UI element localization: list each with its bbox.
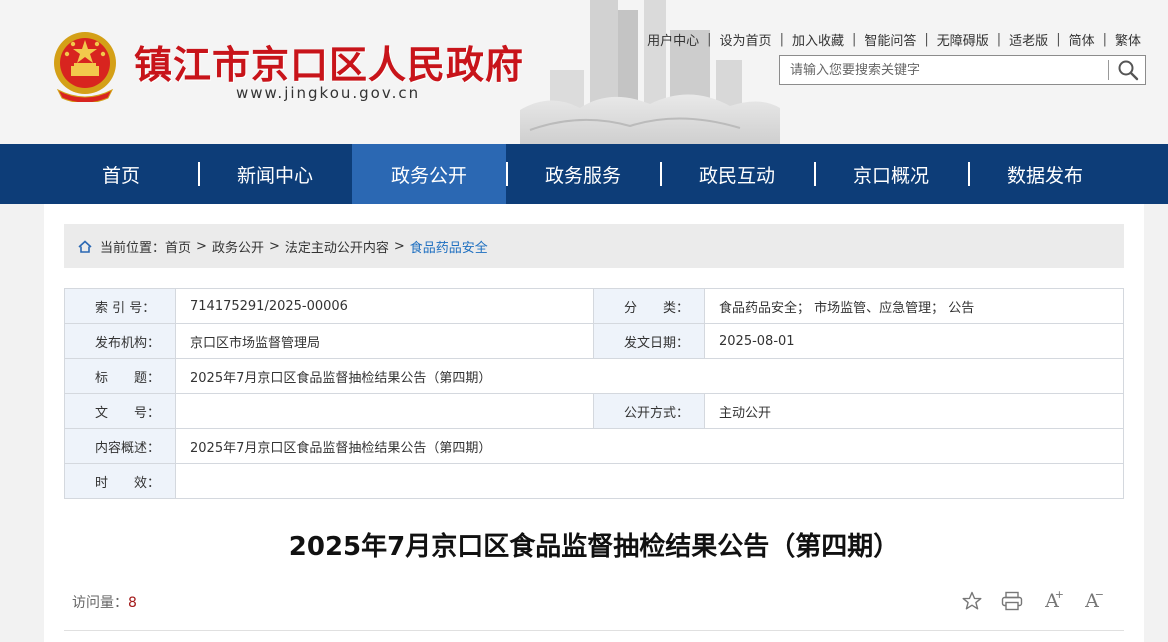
toplink-separator: |: [707, 32, 712, 47]
article-tools: A + A −: [952, 588, 1112, 614]
breadcrumb-separator: >: [393, 238, 405, 254]
font-decrease-button[interactable]: A −: [1072, 588, 1112, 614]
meta-label-summary: 内容概述：: [64, 428, 176, 464]
breadcrumb-separator: >: [268, 238, 280, 254]
toplink-separator: |: [1056, 32, 1061, 47]
print-icon: [1001, 591, 1023, 611]
toplink-simplified[interactable]: 简体: [1064, 30, 1100, 49]
visit-count-label: 访问量：: [72, 595, 128, 611]
breadcrumb-statutory-disclosure[interactable]: 法定主动公开内容: [285, 237, 389, 256]
toplink-separator: |: [924, 32, 929, 47]
main-nav: 首页 新闻中心 政务公开 政务服务 政民互动 京口概况 数据发布: [0, 144, 1168, 204]
document-meta-table: 索 引 号： 714175291/2025-00006 分 类： 食品药品安全；…: [64, 288, 1124, 499]
toplink-separator: |: [851, 32, 857, 47]
breadcrumb-home[interactable]: 首页: [165, 237, 191, 256]
top-links: 用户中心 | 设为首页 | 加入收藏 | 智能问答 | 无障碍版 | 适老版 |…: [642, 30, 1146, 49]
toplink-separator: |: [996, 32, 1002, 47]
font-increase-button[interactable]: A +: [1032, 588, 1072, 614]
visit-count: 访问量：8: [72, 592, 137, 612]
meta-row: 文 号： 公开方式： 主动公开: [64, 393, 1124, 429]
meta-row: 标 题： 2025年7月京口区食品监督抽检结果公告（第四期）: [64, 358, 1124, 394]
toplink-add-favorite[interactable]: 加入收藏: [787, 30, 849, 49]
meta-label-index: 索 引 号：: [64, 288, 176, 324]
nav-item-interaction[interactable]: 政民互动: [660, 144, 814, 204]
meta-value-issuer: 京口区市场监督管理局: [175, 323, 594, 359]
meta-label-title: 标 题：: [64, 358, 176, 394]
nav-item-home[interactable]: 首页: [44, 144, 198, 204]
meta-label-date: 发文日期：: [593, 323, 705, 359]
toplink-traditional[interactable]: 繁体: [1110, 30, 1146, 49]
meta-value-index: 714175291/2025-00006: [175, 288, 594, 324]
breadcrumb-label: 当前位置：: [100, 240, 166, 256]
nav-item-data-release[interactable]: 数据发布: [968, 144, 1122, 204]
main-content: 当前位置： 首页 > 政务公开 > 法定主动公开内容 > 食品药品安全 索 引 …: [44, 204, 1144, 642]
search-divider: [1108, 60, 1109, 80]
meta-label-category: 分 类：: [593, 288, 705, 324]
search-button[interactable]: [1112, 57, 1144, 83]
meta-label-validity: 时 效：: [64, 463, 176, 499]
breadcrumb-separator: >: [196, 238, 207, 254]
toplink-separator: |: [1102, 32, 1107, 47]
site-header: 镇江市京口区人民政府 www.jingkou.gov.cn 用户中心 | 设为首…: [0, 0, 1168, 144]
site-domain: www.jingkou.gov.cn: [236, 84, 421, 102]
search-box: [779, 55, 1146, 85]
meta-label-issuer: 发布机构：: [64, 323, 176, 359]
meta-row: 索 引 号： 714175291/2025-00006 分 类： 食品药品安全；…: [64, 288, 1124, 324]
home-icon: [78, 239, 92, 253]
visit-count-value: 8: [128, 595, 137, 611]
site-title: 镇江市京口区人民政府: [134, 42, 525, 87]
breadcrumb-current[interactable]: 食品药品安全: [410, 237, 488, 256]
nav-item-news[interactable]: 新闻中心: [198, 144, 352, 204]
meta-value-date: 2025-08-01: [704, 323, 1124, 359]
divider: [64, 630, 1124, 631]
nav-item-about-jingkou[interactable]: 京口概况: [814, 144, 968, 204]
meta-value-summary: 2025年7月京口区食品监督抽检结果公告（第四期）: [175, 428, 1124, 464]
search-input[interactable]: [780, 56, 1106, 84]
meta-row: 时 效：: [64, 463, 1124, 499]
meta-row: 发布机构： 京口区市场监督管理局 发文日期： 2025-08-01: [64, 323, 1124, 359]
city-skyline-illustration: [520, 0, 780, 144]
nav-item-gov-services[interactable]: 政务服务: [506, 144, 660, 204]
minus-sign: −: [1094, 588, 1104, 601]
plus-sign: +: [1054, 588, 1064, 601]
toplink-elderly-mode[interactable]: 适老版: [1004, 30, 1053, 49]
national-emblem-logo: [54, 32, 116, 102]
meta-value-category: 食品药品安全； 市场监管、应急管理； 公告: [704, 288, 1124, 324]
print-button[interactable]: [992, 588, 1032, 614]
breadcrumb: 当前位置： 首页 > 政务公开 > 法定主动公开内容 > 食品药品安全: [64, 224, 1124, 268]
toplink-accessibility[interactable]: 无障碍版: [932, 30, 994, 49]
star-icon: [962, 591, 982, 610]
nav-item-gov-affairs[interactable]: 政务公开: [352, 144, 506, 204]
meta-row: 内容概述： 2025年7月京口区食品监督抽检结果公告（第四期）: [64, 428, 1124, 464]
meta-value-disclosure-mode: 主动公开: [704, 393, 1124, 429]
toplink-smart-qa[interactable]: 智能问答: [859, 30, 921, 49]
search-icon: [1118, 60, 1139, 81]
toplink-user-center[interactable]: 用户中心: [642, 30, 704, 49]
meta-label-doc-number: 文 号：: [64, 393, 176, 429]
meta-value-validity: [175, 463, 1124, 499]
meta-label-disclosure-mode: 公开方式：: [593, 393, 705, 429]
favorite-button[interactable]: [952, 588, 992, 614]
breadcrumb-gov-affairs[interactable]: 政务公开: [212, 237, 264, 256]
toplink-set-homepage[interactable]: 设为首页: [715, 30, 777, 49]
meta-value-doc-number: [175, 393, 594, 429]
article-title: 2025年7月京口区食品监督抽检结果公告（第四期）: [288, 532, 900, 562]
meta-value-title: 2025年7月京口区食品监督抽检结果公告（第四期）: [175, 358, 1124, 394]
toplink-separator: |: [779, 32, 784, 47]
